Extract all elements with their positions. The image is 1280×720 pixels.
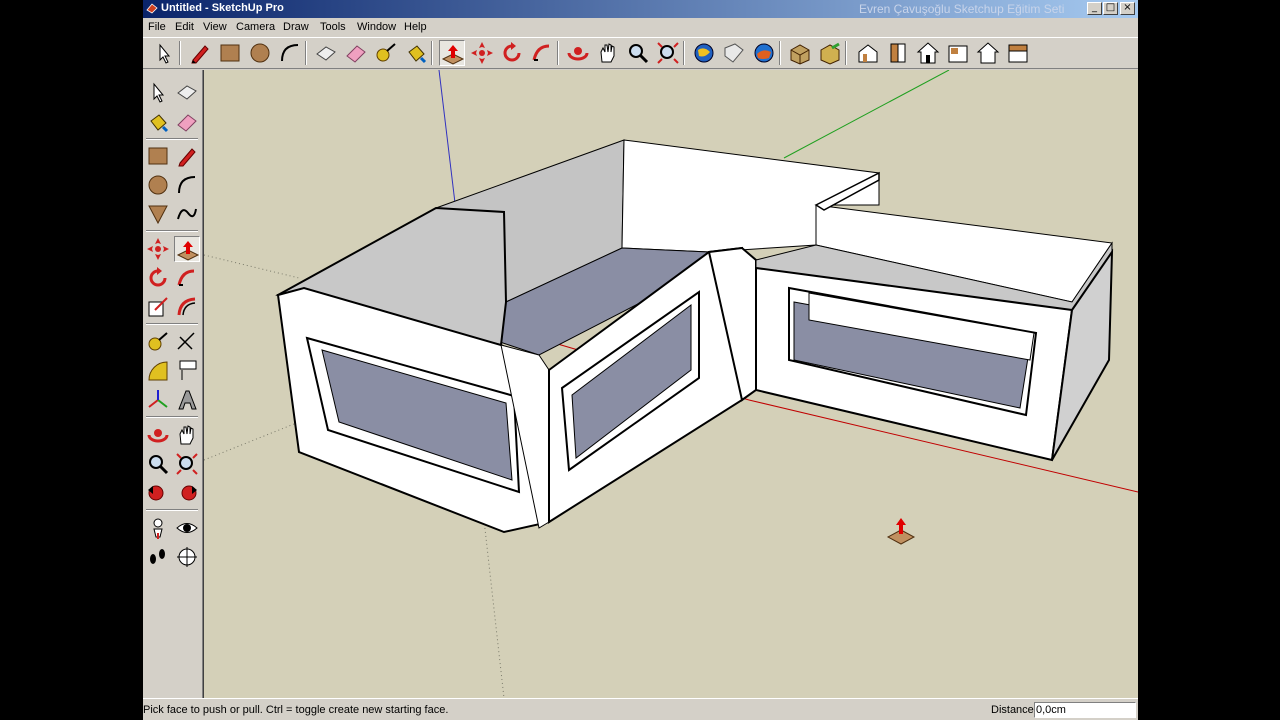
move-icon[interactable] [145,236,171,262]
left-view-icon[interactable] [1005,40,1031,66]
previous-view-icon[interactable] [145,480,171,506]
green-axis [783,70,950,159]
push-pull-icon[interactable] [174,236,200,262]
model-canvas[interactable] [204,70,1138,698]
make-component-icon[interactable] [313,40,339,66]
zoom-extents-icon[interactable] [655,40,681,66]
maximize-button[interactable]: □ [1103,2,1118,15]
vcb-label: Distance [991,704,1034,716]
menu-help[interactable]: Help [404,21,427,33]
model-viewport[interactable] [203,70,1138,698]
share-model-icon[interactable] [721,40,747,66]
follow-me-icon[interactable] [174,265,200,291]
freehand-icon[interactable] [174,201,200,227]
dimension-icon[interactable] [174,329,200,355]
tape-measure-icon[interactable] [373,40,399,66]
pencil-icon[interactable] [187,40,213,66]
zoom-icon[interactable] [625,40,651,66]
zoom-icon[interactable] [145,451,171,477]
protractor-icon[interactable] [145,358,171,384]
menu-edit[interactable]: Edit [175,21,194,33]
menu-draw[interactable]: Draw [283,21,309,33]
circle-icon[interactable] [145,172,171,198]
top-view-icon[interactable] [915,40,941,66]
main-toolbar [143,37,1138,69]
sketchup-logo-icon [146,3,158,14]
back-view-icon[interactable] [975,40,1001,66]
arc-icon[interactable] [174,172,200,198]
google-earth-icon[interactable] [751,40,777,66]
front-view-icon[interactable] [885,40,911,66]
section-plane-icon[interactable] [174,544,200,570]
zoom-window-icon[interactable] [174,451,200,477]
window-title: Untitled - SketchUp Pro [161,2,284,14]
polygon-icon[interactable] [145,201,171,227]
3d-text-icon[interactable] [174,387,200,413]
menu-tools[interactable]: Tools [320,21,346,33]
rectangle-icon[interactable] [217,40,243,66]
arc-icon[interactable] [277,40,303,66]
position-camera-icon[interactable] [145,515,171,541]
axes-icon[interactable] [145,387,171,413]
circle-icon[interactable] [247,40,273,66]
move-icon[interactable] [469,40,495,66]
overlay-caption: Evren Çavuşoğlu Sketchup Eğitim Seti [859,2,1065,16]
look-around-icon[interactable] [174,515,200,541]
eraser-icon[interactable] [343,40,369,66]
menu-camera[interactable]: Camera [236,21,275,33]
eraser-icon[interactable] [174,109,200,135]
line-icon[interactable] [174,143,200,169]
rotate-icon[interactable] [145,265,171,291]
components-icon[interactable] [787,40,813,66]
follow-me-icon[interactable] [529,40,555,66]
orbit-icon[interactable] [145,422,171,448]
tape-measure-icon[interactable] [145,329,171,355]
status-bar: Pick face to push or pull. Ctrl = toggle… [143,698,1138,720]
blue-axis [438,70,456,204]
make-component-icon[interactable] [174,79,200,105]
menu-window[interactable]: Window [357,21,396,33]
rectangle-icon[interactable] [145,143,171,169]
select-icon[interactable] [145,79,171,105]
text-icon[interactable] [174,358,200,384]
menu-view[interactable]: View [203,21,227,33]
get-models-icon[interactable] [691,40,717,66]
menu-bar: File Edit View Camera Draw Tools Window … [143,18,1138,37]
iso-view-icon[interactable] [855,40,881,66]
next-view-icon[interactable] [174,480,200,506]
status-message: Pick face to push or pull. Ctrl = toggle… [143,704,449,716]
walk-icon[interactable] [145,544,171,570]
select-icon[interactable] [151,40,177,66]
paint-bucket-icon[interactable] [145,109,171,135]
right-view-icon[interactable] [945,40,971,66]
measurements-box[interactable]: 0,0cm [1034,702,1136,718]
pan-icon[interactable] [174,422,200,448]
minimize-button[interactable]: _ [1087,2,1102,15]
rotate-icon[interactable] [499,40,525,66]
push-pull-cursor-icon [886,518,916,545]
offset-icon[interactable] [174,294,200,320]
sketchup-window: Untitled - SketchUp Pro Evren Çavuşoğlu … [143,0,1138,720]
orbit-icon[interactable] [565,40,591,66]
materials-icon[interactable] [817,40,843,66]
scale-icon[interactable] [145,294,171,320]
push-pull-icon[interactable] [439,40,465,66]
title-bar: Untitled - SketchUp Pro Evren Çavuşoğlu … [143,0,1138,18]
paint-bucket-icon[interactable] [403,40,429,66]
pan-icon[interactable] [595,40,621,66]
large-tool-set [143,70,203,698]
close-button[interactable]: × [1120,2,1135,15]
menu-file[interactable]: File [148,21,166,33]
